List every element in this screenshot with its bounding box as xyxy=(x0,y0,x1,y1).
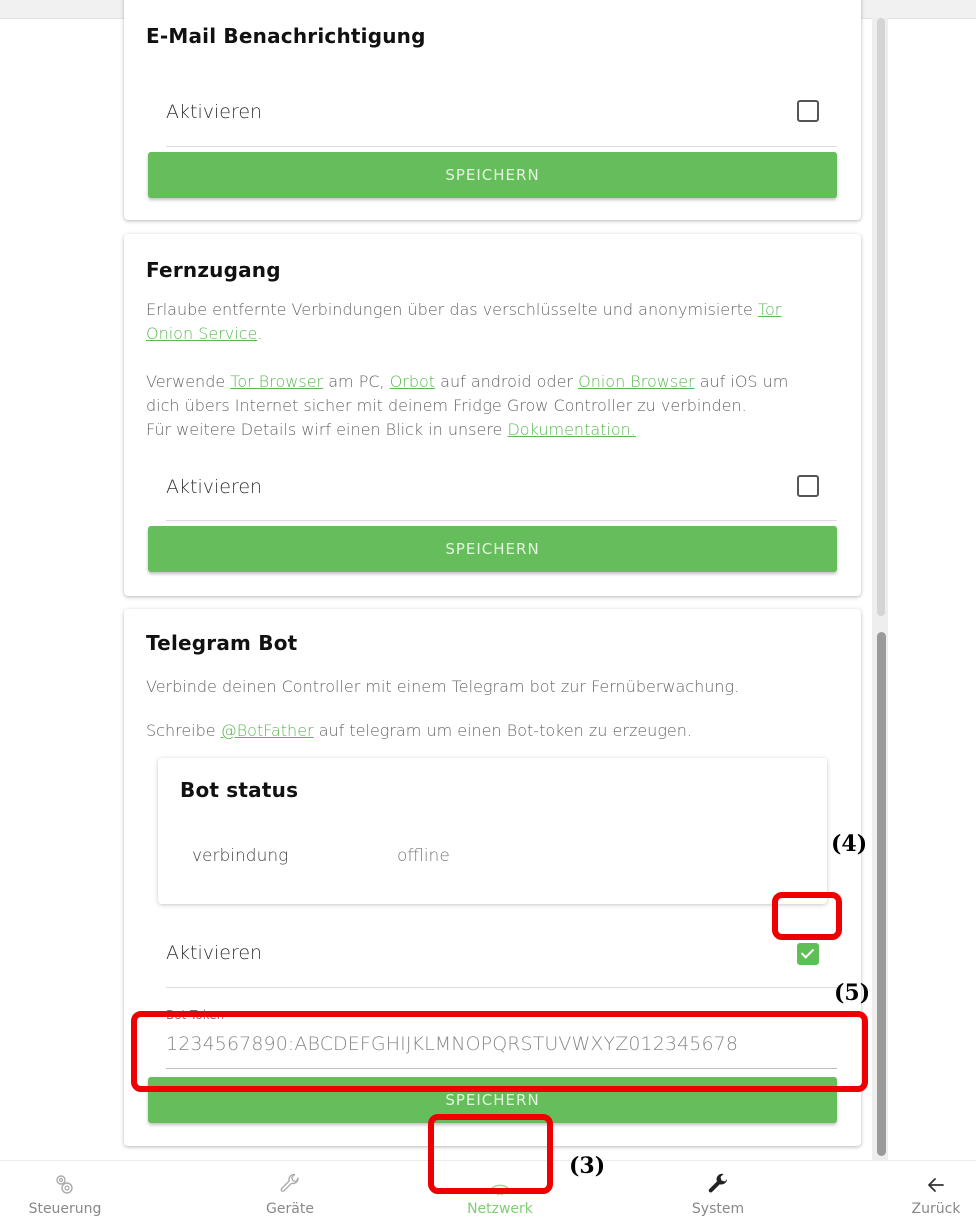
connection-key: verbindung xyxy=(192,846,289,866)
divider xyxy=(166,146,837,147)
scrollbar-upper-track xyxy=(877,18,885,616)
card-title: Fernzugang xyxy=(146,258,281,282)
scrollbar-thumb[interactable] xyxy=(877,632,886,1156)
card-title: E-Mail Benachrichtigung xyxy=(146,24,426,48)
remote-activate-checkbox[interactable] xyxy=(797,475,819,497)
wrench-icon xyxy=(708,1173,727,1193)
card-title: Telegram Bot xyxy=(146,631,298,655)
wrench-outline-icon xyxy=(280,1173,299,1192)
nav-item-zurueck[interactable]: Zurück xyxy=(896,1161,976,1223)
annotation-label-3: (3) xyxy=(569,1153,606,1179)
remote-description-1: Erlaube entfernte Verbindungen über das … xyxy=(146,298,826,346)
desc-text: Schreibe xyxy=(146,721,221,740)
nav-label: Geräte xyxy=(266,1201,314,1217)
onion-browser-link[interactable]: Onion Browser xyxy=(578,372,695,391)
bot-status-card: Bot status verbindung offline xyxy=(158,758,827,904)
botfather-link[interactable]: @BotFather xyxy=(221,721,314,740)
telegram-description-2: Schreibe @BotFather auf telegram um eine… xyxy=(146,719,826,743)
nav-label: System xyxy=(691,1201,745,1217)
nav-label: Netzwerk xyxy=(467,1201,533,1217)
desc-text: Für weitere Details wirf einen Blick in … xyxy=(146,420,508,439)
annotation-label-5: (5) xyxy=(834,980,871,1006)
remote-access-card: Fernzugang Erlaube entfernte Verbindunge… xyxy=(124,234,861,596)
remote-save-button[interactable]: SPEICHERN xyxy=(148,526,837,572)
nav-label: Steuerung xyxy=(28,1201,102,1217)
nav-item-system[interactable]: System xyxy=(658,1161,778,1223)
telegram-activate-checkbox[interactable] xyxy=(797,943,819,965)
tor-browser-link[interactable]: Tor Browser xyxy=(230,372,323,391)
bot-status-title: Bot status xyxy=(180,778,299,802)
activate-label: Aktivieren xyxy=(166,476,263,498)
desc-text: auf telegram um einen Bot-token zu erzeu… xyxy=(313,721,692,740)
email-save-button[interactable]: SPEICHERN xyxy=(148,152,837,198)
desc-text: Verwende xyxy=(146,372,231,391)
connection-value: offline xyxy=(397,846,450,866)
divider xyxy=(166,987,837,988)
email-activate-checkbox[interactable] xyxy=(797,100,819,122)
nav-label: Zurück xyxy=(911,1201,961,1217)
nav-item-steuerung[interactable]: Steuerung xyxy=(0,1161,130,1223)
remote-description-2: Verwende Tor Browser am PC, Orbot auf an… xyxy=(146,370,826,442)
arrow-left-icon xyxy=(928,1178,944,1192)
email-notification-card: E-Mail Benachrichtigung Aktivieren SPEIC… xyxy=(124,0,861,220)
annotation-label-4: (4) xyxy=(831,831,868,857)
annotation-box-4 xyxy=(772,892,842,940)
activate-label: Aktivieren xyxy=(166,942,263,964)
documentation-link[interactable]: Dokumentation. xyxy=(507,420,635,439)
telegram-description-1: Verbinde deinen Controller mit einem Tel… xyxy=(146,677,740,696)
gears-icon xyxy=(56,1175,73,1194)
divider xyxy=(166,520,837,521)
annotation-box-5 xyxy=(131,1011,868,1092)
nav-item-geraete[interactable]: Geräte xyxy=(230,1161,350,1223)
activate-label: Aktivieren xyxy=(166,101,263,123)
orbot-link[interactable]: Orbot xyxy=(390,372,435,391)
desc-text: . xyxy=(257,324,263,343)
desc-text: auf android oder xyxy=(435,372,579,391)
annotation-box-3 xyxy=(428,1114,553,1194)
desc-text: Erlaube entfernte Verbindungen über das … xyxy=(146,300,758,319)
desc-text: am PC, xyxy=(323,372,390,391)
